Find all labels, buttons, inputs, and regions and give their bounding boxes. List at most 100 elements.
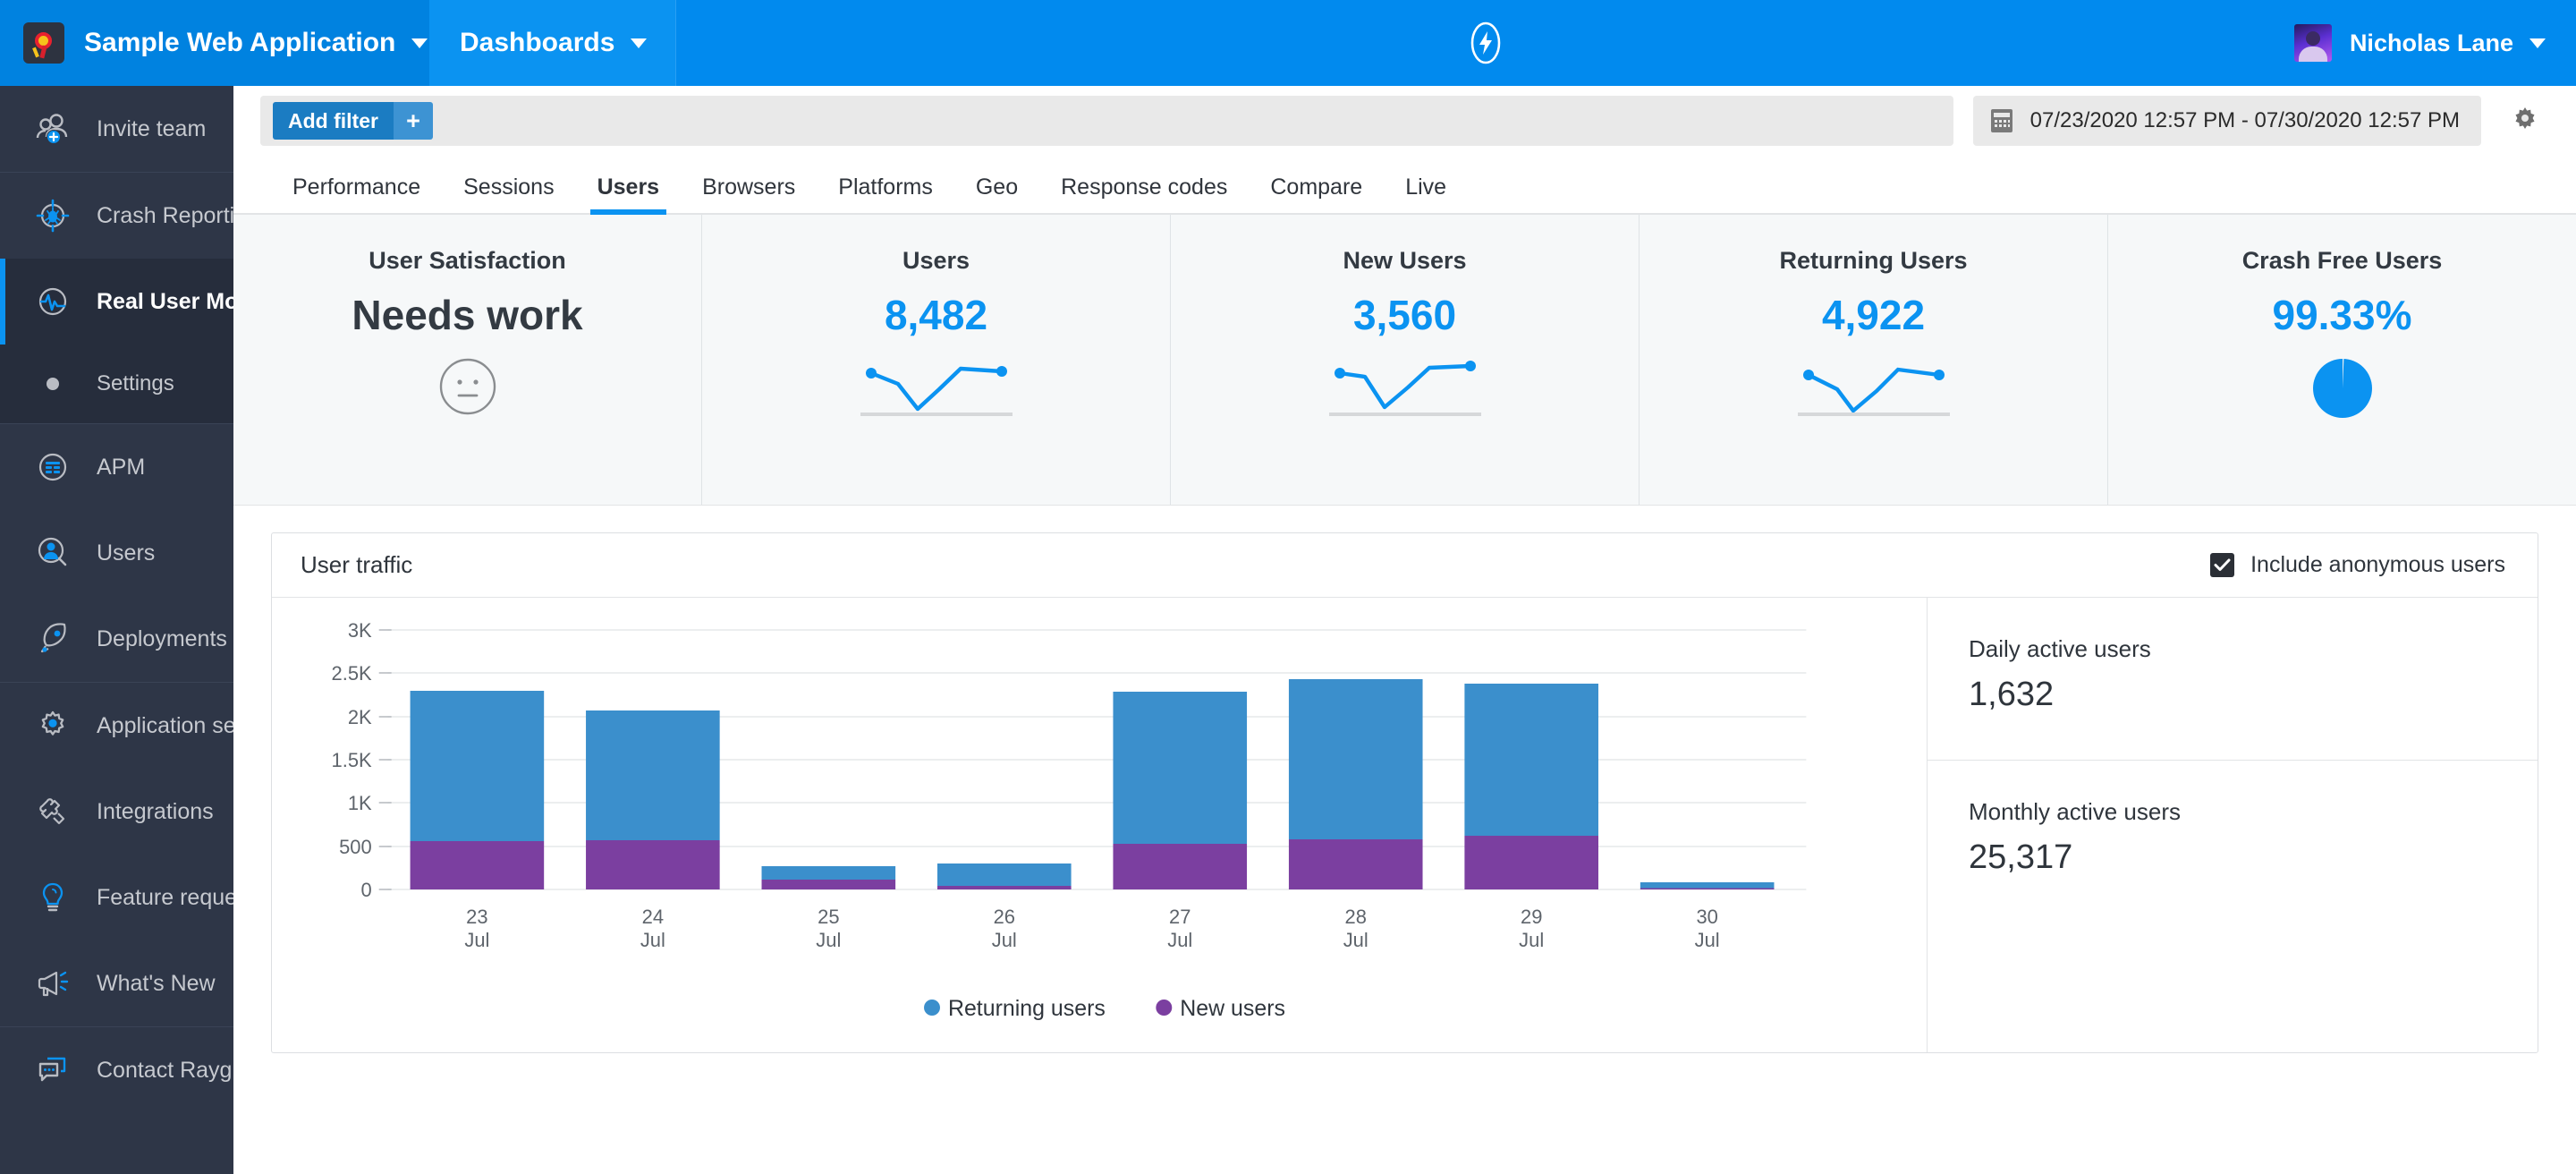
kpi-users: Users 8,482 (702, 215, 1171, 505)
app-switcher[interactable]: Sample Web Application (0, 0, 429, 86)
sidebar-item-application-settings[interactable]: Application settings (0, 683, 233, 769)
svg-text:25: 25 (818, 906, 839, 928)
kpi-title: New Users (1343, 247, 1466, 275)
sidebar-item-users[interactable]: Users (0, 510, 233, 596)
sidebar-item-contact-raygun[interactable]: Contact Raygun (0, 1027, 233, 1113)
top-bar: Sample Web Application Dashboards Nichol… (0, 0, 2576, 86)
sparkline-chart (1798, 357, 1950, 421)
sidebar: Invite team Crash Reporting (0, 86, 233, 1174)
sidebar-item-label: What's New (97, 971, 216, 997)
kpi-title: User Satisfaction (369, 247, 566, 275)
sidebar-item-apm[interactable]: APM (0, 424, 233, 510)
svg-text:1.5K: 1.5K (332, 749, 372, 771)
kpi-value: Needs work (352, 291, 582, 339)
stacked-bar-chart: 3K 2.5K 2K 1.5K 1K 500 0 (272, 598, 1927, 1052)
svg-text:3K: 3K (348, 619, 372, 642)
svg-text:1K: 1K (348, 792, 372, 814)
dashboards-menu[interactable]: Dashboards (429, 0, 676, 86)
apm-icon (34, 448, 72, 486)
sidebar-item-whats-new[interactable]: What's New (0, 940, 233, 1026)
kpi-title: Users (902, 247, 970, 275)
user-menu[interactable]: Nicholas Lane (2294, 24, 2576, 62)
sidebar-item-label: Invite team (97, 116, 206, 142)
filter-input-bar[interactable]: Add filter + (260, 96, 1953, 146)
dashboards-label: Dashboards (460, 28, 614, 58)
svg-text:Jul: Jul (464, 929, 489, 951)
kpi-title: Crash Free Users (2242, 247, 2443, 275)
tab-performance[interactable]: Performance (271, 174, 442, 213)
sidebar-item-invite-team[interactable]: Invite team (0, 86, 233, 172)
settings-button[interactable] (2499, 96, 2551, 146)
neutral-face-icon (438, 357, 497, 421)
lightning-bolt-icon[interactable] (1464, 21, 1507, 64)
svg-text:23: 23 (466, 906, 487, 928)
tab-users[interactable]: Users (576, 174, 682, 213)
gear-icon (34, 707, 72, 744)
add-filter-label: Add filter (273, 102, 394, 140)
real-user-monitoring-icon (34, 283, 72, 320)
sidebar-item-feature-requests[interactable]: Feature requests (0, 855, 233, 940)
filter-toolbar: Add filter + 07/23/2020 12:57 PM - 07/30… (233, 86, 2576, 156)
svg-text:Jul: Jul (640, 929, 665, 951)
stat-value: 1,632 (1969, 676, 2538, 714)
sparkline-chart (1329, 357, 1481, 421)
kpi-crash-free-users: Crash Free Users 99.33% (2108, 215, 2576, 505)
lightbulb-icon (34, 879, 72, 916)
kpi-user-satisfaction: User Satisfaction Needs work (233, 215, 702, 505)
svg-text:Jul: Jul (1519, 929, 1544, 951)
tab-compare[interactable]: Compare (1249, 174, 1384, 213)
kpi-value: 4,922 (1822, 291, 1925, 339)
include-anonymous-users-toggle[interactable]: Include anonymous users (2210, 552, 2505, 578)
kpi-returning-users: Returning Users 4,922 (1640, 215, 2108, 505)
tab-live[interactable]: Live (1384, 174, 1468, 213)
add-filter-button[interactable]: Add filter + (273, 102, 433, 140)
pie-chart (2311, 357, 2374, 424)
date-range-label: 07/23/2020 12:57 PM - 07/30/2020 12:57 P… (2030, 108, 2460, 133)
sparkline-chart (860, 357, 1013, 421)
sidebar-item-label: Deployments (97, 626, 227, 652)
svg-text:28: 28 (1345, 906, 1367, 928)
sidebar-item-deployments[interactable]: Deployments (0, 596, 233, 682)
sidebar-item-label: Integrations (97, 799, 214, 825)
user-traffic-chart[interactable]: 3K 2.5K 2K 1.5K 1K 500 0 (272, 598, 1928, 1052)
svg-text:Jul: Jul (816, 929, 841, 951)
stat-daily-active-users: Daily active users 1,632 (1928, 598, 2538, 761)
crash-reporting-icon (34, 197, 72, 234)
avatar (2294, 24, 2332, 62)
stat-monthly-active-users: Monthly active users 25,317 (1928, 761, 2538, 923)
puzzle-piece-icon (34, 793, 72, 830)
svg-text:30: 30 (1696, 906, 1717, 928)
sidebar-item-real-user-monitoring[interactable]: Real User Monitoring (0, 259, 233, 345)
kpi-value: 99.33% (2272, 291, 2411, 339)
sidebar-item-settings[interactable]: Settings (0, 345, 233, 423)
tab-sessions[interactable]: Sessions (442, 174, 575, 213)
tab-geo[interactable]: Geo (954, 174, 1039, 213)
svg-text:Returning users: Returning users (948, 996, 1106, 1021)
sidebar-item-integrations[interactable]: Integrations (0, 769, 233, 855)
kpi-value: 8,482 (885, 291, 987, 339)
svg-text:Jul: Jul (1167, 929, 1192, 951)
user-traffic-section: User traffic Include anonymous users (233, 506, 2576, 1053)
chevron-down-icon (631, 38, 647, 48)
kpi-row: User Satisfaction Needs work Users 8,482 (233, 215, 2576, 506)
svg-text:500: 500 (339, 836, 372, 858)
date-range-picker[interactable]: 07/23/2020 12:57 PM - 07/30/2020 12:57 P… (1973, 96, 2481, 146)
svg-text:27: 27 (1169, 906, 1191, 928)
svg-text:0: 0 (360, 879, 371, 901)
svg-text:24: 24 (642, 906, 664, 928)
sidebar-item-crash-reporting[interactable]: Crash Reporting (0, 173, 233, 259)
plus-icon: + (394, 102, 433, 140)
tab-response-codes[interactable]: Response codes (1039, 174, 1249, 213)
sidebar-group: Contact Raygun (0, 1027, 233, 1113)
panel-title: User traffic (301, 551, 412, 579)
tab-platforms[interactable]: Platforms (817, 174, 954, 213)
svg-text:Jul: Jul (1343, 929, 1368, 951)
kpi-title: Returning Users (1779, 247, 1967, 275)
users-icon (34, 534, 72, 572)
svg-text:26: 26 (994, 906, 1015, 928)
checkbox[interactable] (2210, 553, 2234, 577)
megaphone-icon (34, 965, 72, 1002)
tab-browsers[interactable]: Browsers (681, 174, 817, 213)
kpi-value: 3,560 (1353, 291, 1456, 339)
chevron-down-icon (411, 38, 428, 48)
